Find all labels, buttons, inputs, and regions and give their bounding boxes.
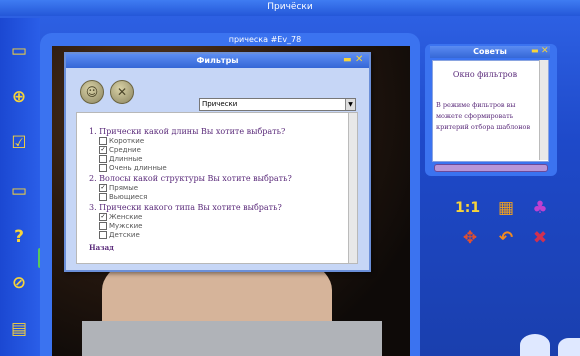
checkbox[interactable] bbox=[99, 193, 107, 201]
filters-dialog: Фильтры ▬ ✕ ☺ ✕ Прически ▼ 1. Прически к… bbox=[64, 52, 371, 272]
undo-icon[interactable]: ↶ bbox=[494, 227, 518, 249]
option-short[interactable]: Короткие bbox=[99, 137, 144, 145]
filters-dialog-title: Фильтры bbox=[66, 54, 369, 68]
checkbox[interactable] bbox=[99, 222, 107, 230]
bottom-round-button[interactable] bbox=[558, 338, 580, 356]
checkbox-checked[interactable]: ✓ bbox=[99, 213, 107, 221]
option-label: Детские bbox=[109, 231, 140, 239]
cancel-filter-button[interactable]: ✕ bbox=[110, 80, 134, 104]
option-label: Прямые bbox=[109, 184, 139, 192]
people-icon[interactable]: ♣ bbox=[528, 197, 552, 219]
notes-icon[interactable]: ▤ bbox=[8, 318, 30, 340]
option-label: Очень длинные bbox=[109, 164, 167, 172]
back-link[interactable]: Назад bbox=[89, 243, 114, 252]
option-children[interactable]: Детские bbox=[99, 231, 140, 239]
option-long[interactable]: Длинные bbox=[99, 155, 142, 163]
checkbox[interactable] bbox=[99, 164, 107, 172]
left-toolbar: ▭ ⊕ ☑ ▭ ? ⊘ ▤ bbox=[0, 18, 40, 356]
question-1: 1. Прически какой длины Вы хотите выбрат… bbox=[89, 127, 286, 136]
option-very-long[interactable]: Очень длинные bbox=[99, 164, 167, 172]
option-curly[interactable]: Вьющиеся bbox=[99, 193, 147, 201]
option-label: Мужские bbox=[109, 222, 143, 230]
checkbox[interactable] bbox=[99, 155, 107, 163]
chevron-down-icon[interactable]: ▼ bbox=[345, 99, 355, 110]
tips-slider[interactable] bbox=[434, 164, 548, 172]
filter-question-list: 1. Прически какой длины Вы хотите выбрат… bbox=[76, 112, 358, 264]
option-label: Вьющиеся bbox=[109, 193, 148, 201]
bottom-round-button[interactable] bbox=[520, 334, 550, 356]
minimize-icon[interactable]: ▬ bbox=[531, 46, 539, 55]
option-label: Короткие bbox=[109, 137, 145, 145]
option-male[interactable]: Мужские bbox=[99, 222, 142, 230]
question-3: 3. Прически какого типа Вы хотите выбрат… bbox=[89, 203, 282, 212]
list-scrollbar[interactable] bbox=[348, 113, 357, 263]
question-2: 2. Волосы какой структуры Вы хотите выбр… bbox=[89, 174, 292, 183]
forbidden-icon[interactable]: ⊘ bbox=[8, 272, 30, 294]
option-label: Женские bbox=[109, 213, 143, 221]
remove-user-icon[interactable]: ✖ bbox=[528, 227, 552, 249]
actual-size-button[interactable]: 1:1 bbox=[455, 197, 480, 219]
photo-window-title: прическа #Ev_78 bbox=[228, 35, 302, 44]
option-straight[interactable]: ✓ Прямые bbox=[99, 184, 138, 192]
chat-icon[interactable]: ▭ bbox=[8, 180, 30, 202]
option-medium[interactable]: ✓ Средние bbox=[99, 146, 141, 154]
option-female[interactable]: ✓ Женские bbox=[99, 213, 142, 221]
close-icon[interactable]: ✕ bbox=[355, 55, 365, 65]
help-icon[interactable]: ? bbox=[8, 226, 30, 248]
tips-text: В режиме фильтров вы можете сформировать… bbox=[436, 101, 531, 131]
option-label: Средние bbox=[109, 146, 141, 154]
minimize-icon[interactable]: ▬ bbox=[343, 55, 353, 65]
checkbox-checked[interactable]: ✓ bbox=[99, 146, 107, 154]
category-select-value: Прически bbox=[202, 100, 238, 108]
tips-heading: Окно фильтров bbox=[452, 70, 518, 79]
option-label: Длинные bbox=[109, 155, 143, 163]
close-icon[interactable]: ✕ bbox=[541, 46, 549, 56]
apply-filter-button[interactable]: ☺ bbox=[80, 80, 104, 104]
checklist-icon[interactable]: ☑ bbox=[8, 132, 30, 154]
move-icon[interactable]: ✥ bbox=[458, 227, 482, 249]
checkbox[interactable] bbox=[99, 231, 107, 239]
category-select[interactable]: Прически ▼ bbox=[199, 98, 356, 111]
checkbox[interactable] bbox=[99, 137, 107, 145]
checkbox-checked[interactable]: ✓ bbox=[99, 184, 107, 192]
grid-icon[interactable]: ▦ bbox=[494, 197, 518, 219]
folder-icon[interactable]: ▭ bbox=[8, 40, 30, 62]
app-title-bar: Причёски bbox=[0, 0, 580, 16]
tips-scrollbar[interactable] bbox=[539, 60, 548, 160]
globe-icon[interactable]: ⊕ bbox=[8, 86, 30, 108]
